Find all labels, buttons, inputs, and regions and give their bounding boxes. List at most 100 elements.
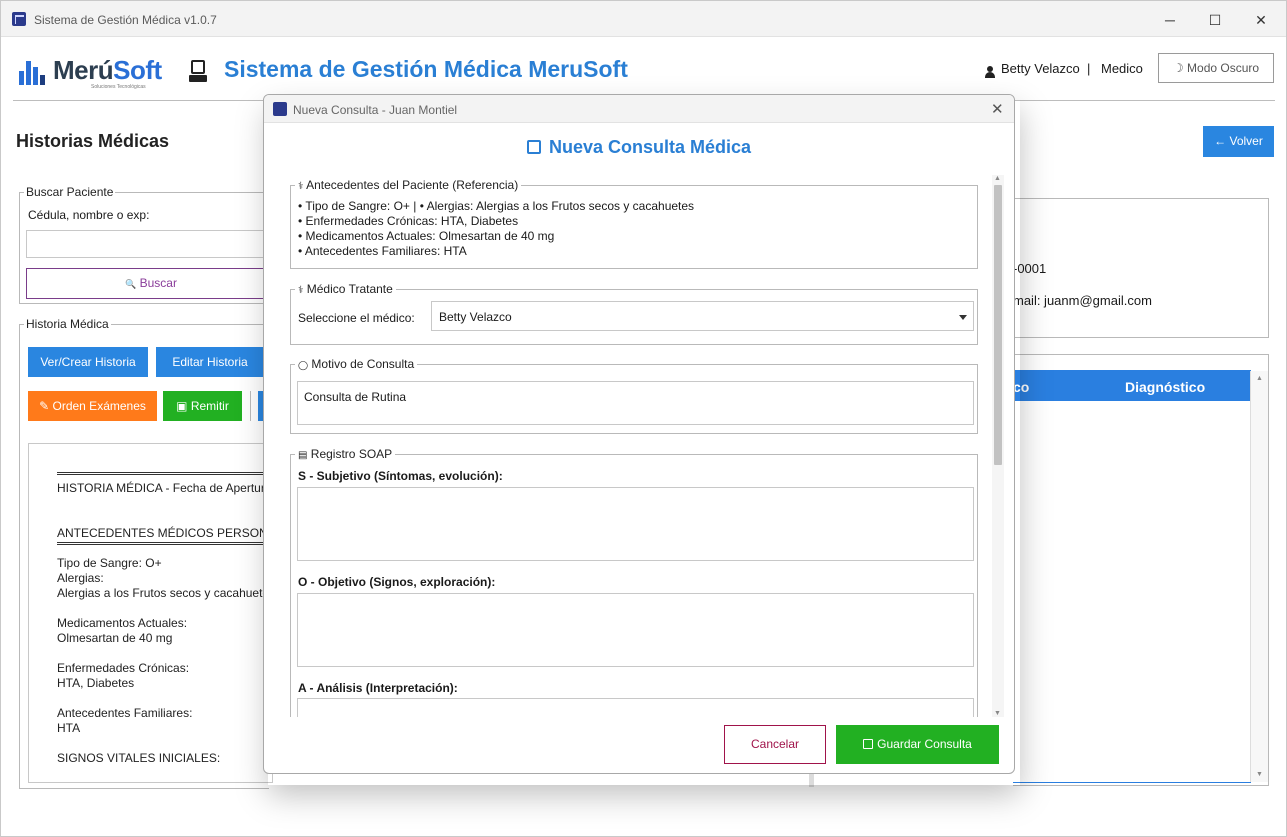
- history-line: Antecedentes Familiares:: [57, 706, 193, 720]
- dialog-title: Nueva Consulta - Juan Montiel: [293, 103, 458, 117]
- dark-mode-button[interactable]: ☽ Modo Oscuro: [1158, 53, 1274, 83]
- dialog-app-icon: [273, 102, 287, 116]
- dialog-heading: Nueva Consulta Médica: [264, 137, 1014, 158]
- soap-s-input[interactable]: [297, 487, 974, 561]
- divider: [57, 542, 272, 545]
- save-consultation-button[interactable]: Guardar Consulta: [836, 725, 999, 764]
- patient-email: mail: juanm@gmail.com: [1013, 293, 1152, 308]
- motivo-group: ◯ Motivo de Consulta Consulta de Rutina: [290, 357, 978, 434]
- soap-legend: ▤ Registro SOAP: [295, 447, 396, 461]
- chevron-down-icon: [959, 315, 967, 320]
- consultations-table[interactable]: co Diagnóstico ▲ ▼: [1013, 370, 1268, 783]
- search-input[interactable]: [26, 230, 276, 258]
- dialog-close-button[interactable]: ✕: [991, 100, 1004, 118]
- antecedentes-legend: ⚕ Antecedentes del Paciente (Referencia): [295, 178, 522, 192]
- app-title: Sistema de Gestión Médica MeruSoft: [224, 56, 628, 82]
- soap-s-label: S - Subjetivo (Síntomas, evolución):: [298, 469, 503, 483]
- back-button[interactable]: ← Volver: [1203, 126, 1274, 157]
- dialog-scroll-content: ⚕ Antecedentes del Paciente (Referencia)…: [287, 175, 982, 717]
- merusoft-logo: MerúSoft Soluciones Tecnológicas: [19, 53, 169, 90]
- cancel-button[interactable]: Cancelar: [724, 725, 826, 764]
- divider: [57, 472, 272, 475]
- history-legend: Historia Médica: [24, 317, 111, 331]
- logo-tagline: Soluciones Tecnológicas: [91, 84, 146, 90]
- scroll-down-icon[interactable]: ▼: [1256, 771, 1263, 778]
- column-header-diagnostico[interactable]: Diagnóstico: [1125, 379, 1205, 395]
- history-line: Medicamentos Actuales:: [57, 616, 188, 630]
- antecedentes-line: • Medicamentos Actuales: Olmesartan de 4…: [298, 229, 555, 243]
- close-button[interactable]: ✕: [1238, 7, 1284, 33]
- moon-icon: ☽: [1172, 61, 1184, 75]
- pencil-icon: ✎: [39, 399, 50, 413]
- logo-word: MerúSoft: [53, 55, 162, 85]
- new-consultation-dialog: Nueva Consulta - Juan Montiel ✕ Nueva Co…: [263, 94, 1015, 774]
- medical-record-icon: [189, 60, 207, 82]
- medico-tratante-group: ⚕ Médico Tratante Seleccione el médico: …: [290, 282, 978, 345]
- motivo-input[interactable]: Consulta de Rutina: [297, 381, 974, 425]
- minimize-button[interactable]: ─: [1147, 7, 1193, 33]
- exam-order-button[interactable]: ✎ Orden Exámenes: [28, 391, 157, 421]
- dialog-scrollbar[interactable]: ▲ ▼: [992, 175, 1004, 717]
- medico-legend: ⚕ Médico Tratante: [295, 282, 396, 296]
- button-divider: [250, 391, 251, 421]
- dialog-title-bar: Nueva Consulta - Juan Montiel ✕: [264, 95, 1014, 123]
- medico-select[interactable]: Betty Velazco: [431, 301, 974, 331]
- app-header: MerúSoft Soluciones Tecnológicas Sistema…: [13, 47, 1275, 101]
- soap-group: ▤ Registro SOAP S - Subjetivo (Síntomas,…: [290, 447, 978, 717]
- history-line: Alergias:: [57, 571, 104, 585]
- user-icon: [985, 66, 995, 78]
- floppy-disk-icon: [863, 739, 874, 749]
- refer-button[interactable]: ▣ Remitir: [163, 391, 242, 421]
- view-create-history-button[interactable]: Ver/Crear Historia: [28, 347, 148, 377]
- user-name: Betty Velazco: [1001, 61, 1080, 76]
- scroll-down-icon[interactable]: ▼: [994, 710, 1001, 717]
- window-title: Sistema de Gestión Médica v1.0.7: [34, 13, 217, 27]
- medico-selected-value: Betty Velazco: [439, 310, 512, 324]
- stethoscope-icon: ⚕: [298, 181, 304, 192]
- history-line: HISTORIA MÉDICA - Fecha de Apertura:: [57, 481, 273, 495]
- antecedentes-line: • Antecedentes Familiares: HTA: [298, 244, 467, 258]
- history-line: Alergias a los Frutos secos y cacahuetes: [57, 586, 273, 600]
- history-line: SIGNOS VITALES INICIALES:: [57, 751, 221, 765]
- patient-info-group: -0001 mail: juanm@gmail.com: [1013, 198, 1269, 338]
- history-line: ANTECEDENTES MÉDICOS PERSONALES: [57, 526, 272, 540]
- consultations-group: co Diagnóstico ▲ ▼: [1013, 354, 1269, 786]
- motivo-legend: ◯ Motivo de Consulta: [295, 357, 418, 371]
- antecedentes-line: • Tipo de Sangre: O+ | • Alergias: Alerg…: [298, 199, 695, 213]
- table-scrollbar[interactable]: ▲ ▼: [1250, 371, 1268, 782]
- history-line: Olmesartan de 40 mg: [57, 631, 173, 645]
- soap-a-label: A - Análisis (Interpretación):: [298, 681, 458, 695]
- soap-o-input[interactable]: [297, 593, 974, 667]
- history-line: Enfermedades Crónicas:: [57, 661, 190, 675]
- search-legend: Buscar Paciente: [24, 185, 116, 199]
- history-line: Tipo de Sangre: O+: [57, 556, 162, 570]
- page-title: Historias Médicas: [16, 131, 170, 151]
- app-icon: [12, 12, 26, 26]
- speech-bubble-icon: ◯: [298, 360, 309, 370]
- antecedentes-group: ⚕ Antecedentes del Paciente (Referencia)…: [290, 178, 978, 269]
- user-separator: |: [1087, 61, 1091, 76]
- medical-history-group: Historia Médica Ver/Crear Historia Edita…: [19, 317, 280, 789]
- search-icon: 🔍: [125, 279, 137, 289]
- history-line: HTA: [57, 721, 81, 735]
- maximize-button[interactable]: ☐: [1192, 7, 1238, 33]
- refer-icon: ▣: [176, 399, 188, 413]
- edit-history-button[interactable]: Editar Historia: [156, 347, 264, 377]
- scroll-up-icon[interactable]: ▲: [1256, 375, 1263, 382]
- motivo-value: Consulta de Rutina: [304, 390, 407, 404]
- scroll-up-icon[interactable]: ▲: [994, 175, 1001, 182]
- history-line: HTA, Diabetes: [57, 676, 135, 690]
- title-bar: Sistema de Gestión Médica v1.0.7 ─ ☐ ✕: [1, 1, 1286, 37]
- history-text-area[interactable]: HISTORIA MÉDICA - Fecha de Apertura: ANT…: [28, 443, 273, 783]
- search-button[interactable]: 🔍 Buscar: [26, 268, 276, 299]
- scrollbar-thumb[interactable]: [994, 185, 1002, 465]
- medico-label: Seleccione el médico:: [298, 311, 415, 325]
- table-header: co Diagnóstico: [1013, 371, 1250, 401]
- logo-bars-icon: [19, 57, 49, 85]
- soap-a-input[interactable]: [297, 698, 974, 717]
- search-label: Cédula, nombre o exp:: [28, 208, 150, 222]
- antecedentes-line: • Enfermedades Crónicas: HTA, Diabetes: [298, 214, 519, 228]
- clipboard-icon: ▤: [298, 450, 308, 461]
- search-patient-group: Buscar Paciente Cédula, nombre o exp: 🔍 …: [19, 185, 276, 304]
- edit-note-icon: [526, 140, 541, 154]
